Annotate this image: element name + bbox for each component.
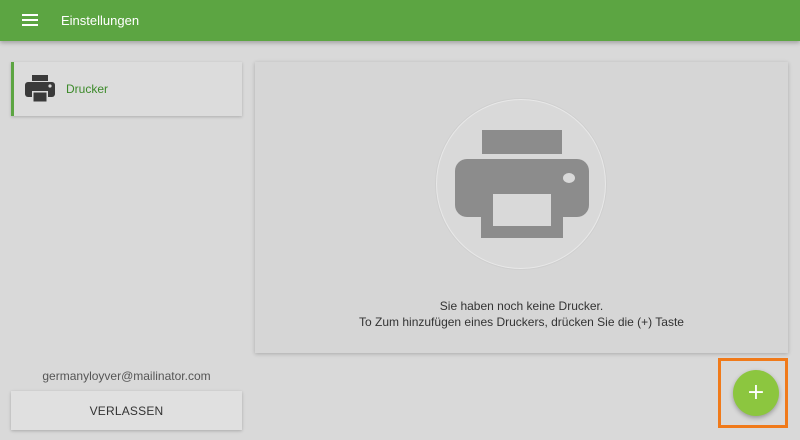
sidebar-item-label: Drucker bbox=[66, 82, 109, 96]
top-app-bar: Einstellungen bbox=[0, 0, 800, 41]
add-printer-button[interactable]: + bbox=[733, 370, 779, 416]
logout-button[interactable]: VERLASSEN bbox=[11, 391, 242, 430]
menu-icon bbox=[22, 14, 38, 26]
user-email: germanyloyver@mailinator.com bbox=[42, 369, 211, 383]
printer-icon bbox=[455, 130, 589, 238]
page-title: Einstellungen bbox=[61, 13, 140, 28]
empty-state-message: Sie haben noch keine Drucker. bbox=[439, 299, 604, 313]
menu-button[interactable] bbox=[16, 8, 44, 32]
empty-state-illustration bbox=[436, 99, 606, 269]
app-window: Einstellungen Drucker germanyloyver@mail… bbox=[0, 0, 800, 440]
printer-icon bbox=[25, 75, 55, 103]
sidebar-item-drucker[interactable]: Drucker bbox=[11, 62, 242, 116]
plus-icon: + bbox=[746, 380, 766, 405]
empty-state-hint: To Zum hinzufügen eines Druckers, drücke… bbox=[359, 315, 684, 329]
printer-list-panel: Sie haben noch keine Drucker. To Zum hin… bbox=[255, 62, 788, 353]
